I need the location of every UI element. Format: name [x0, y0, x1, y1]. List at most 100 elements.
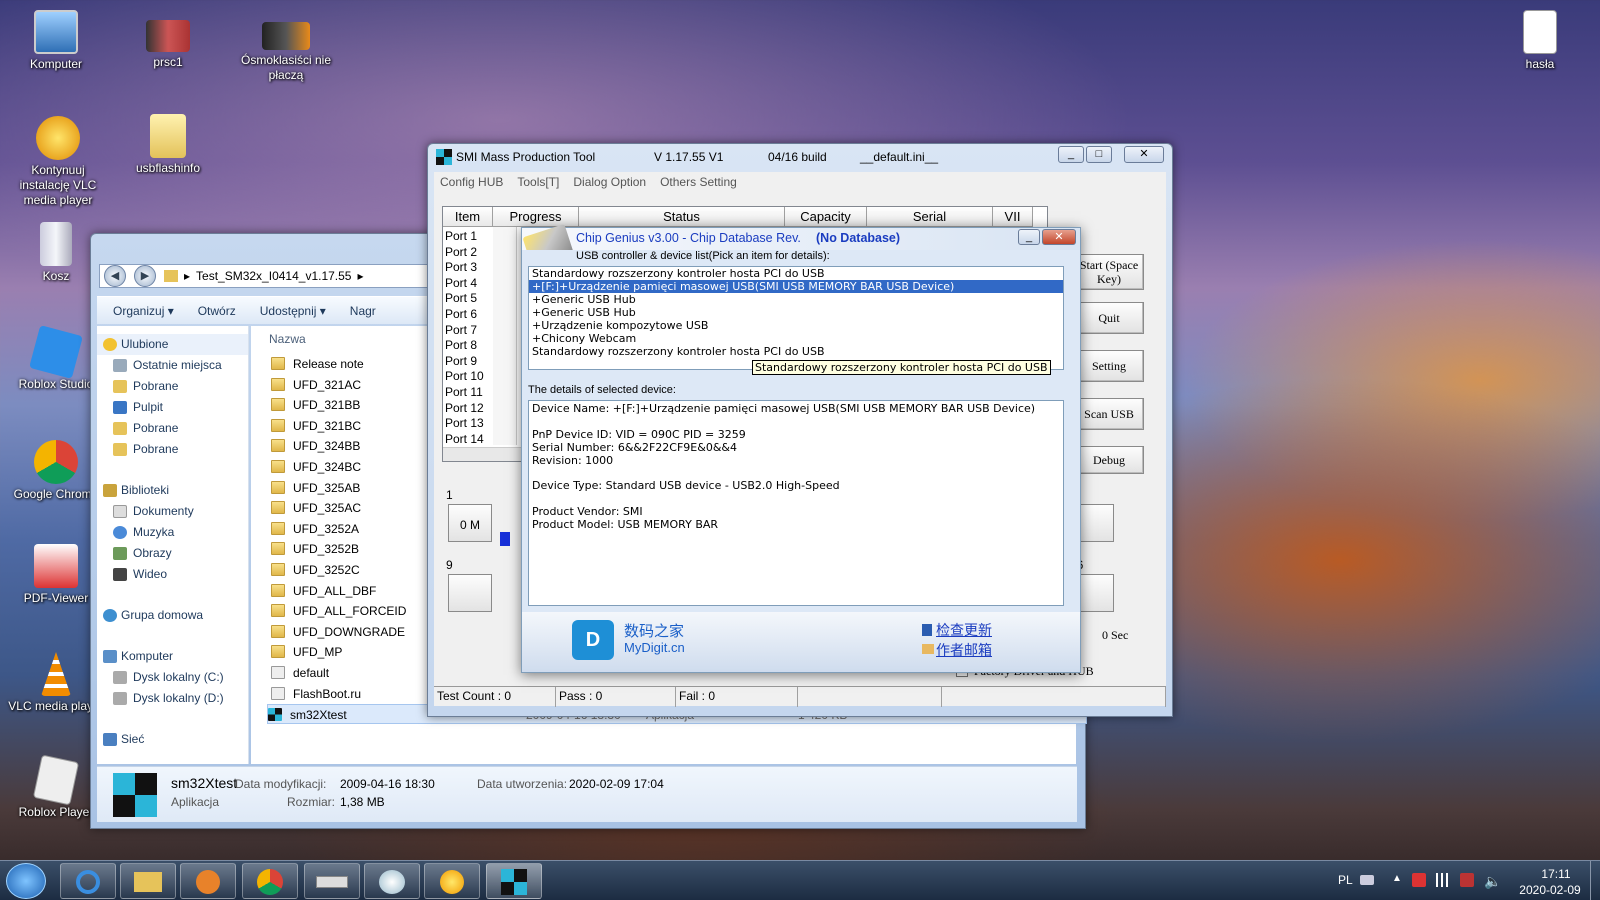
port-9-slot[interactable]: [448, 574, 492, 612]
nav-music[interactable]: Muzyka: [97, 522, 248, 543]
nav-downloads-2[interactable]: Pobrane: [97, 418, 248, 439]
start-button[interactable]: Start (Space Key): [1074, 254, 1144, 290]
device-list-item[interactable]: Standardowy rozszerzony kontroler hosta …: [529, 345, 1063, 358]
port-row[interactable]: Port 14: [445, 431, 484, 447]
desktop-icon-usbflashinfo[interactable]: usbflashinfo: [120, 114, 216, 176]
device-list-item[interactable]: Standardowy rozszerzony kontroler hosta …: [529, 267, 1063, 280]
menu-config-hub[interactable]: Config HUB: [440, 175, 503, 189]
desktop-icon-video[interactable]: Ósmoklasiści nie płaczą: [236, 22, 336, 83]
port-row[interactable]: Port 4: [445, 275, 477, 291]
column-header-name[interactable]: Nazwa: [269, 332, 306, 346]
port-row[interactable]: Port 5: [445, 290, 477, 306]
burn-button[interactable]: Nagr: [350, 304, 376, 318]
setting-button[interactable]: Setting: [1074, 350, 1144, 382]
port-row[interactable]: Port 8: [445, 337, 477, 353]
forward-button[interactable]: ▶: [134, 265, 156, 287]
nav-homegroup[interactable]: Grupa domowa: [97, 605, 248, 626]
device-list-item[interactable]: +Urządzenie kompozytowe USB: [529, 319, 1063, 332]
address-bar[interactable]: ◀ ▶ ▸ Test_SM32x_I0414_v1.17.55 ▸: [99, 264, 429, 288]
show-hidden-icons-icon[interactable]: ▲: [1392, 873, 1402, 884]
taskbar-chrome[interactable]: [242, 863, 298, 899]
port-row[interactable]: Port 6: [445, 306, 477, 322]
col-capacity[interactable]: Capacity: [785, 207, 867, 227]
database-status: (No Database): [816, 231, 901, 245]
nav-favorites[interactable]: Ulubione: [97, 334, 248, 355]
show-desktop-button[interactable]: [1590, 861, 1600, 900]
port-row[interactable]: Port 1: [445, 228, 477, 244]
keyboard-icon[interactable]: [1360, 875, 1374, 885]
chipgenius-minimize-button[interactable]: _: [1018, 229, 1040, 245]
nav-network[interactable]: Sieć: [97, 729, 248, 750]
port-row[interactable]: Port 2: [445, 244, 477, 260]
nav-pictures[interactable]: Obrazy: [97, 543, 248, 564]
open-button[interactable]: Otwórz: [198, 304, 236, 318]
nav-drive-d[interactable]: Dysk lokalny (D:): [97, 688, 248, 709]
col-status[interactable]: Status: [579, 207, 785, 227]
share-button[interactable]: Udostępnij ▾: [260, 304, 326, 318]
taskbar-paint[interactable]: [364, 863, 420, 899]
chipgenius-close-button[interactable]: ✕: [1042, 229, 1076, 245]
videos-icon: [113, 568, 127, 581]
port-row[interactable]: Port 10: [445, 368, 484, 384]
start-orb-icon[interactable]: [6, 863, 46, 899]
port-row[interactable]: Port 9: [445, 353, 477, 369]
nav-computer[interactable]: Komputer: [97, 646, 248, 667]
back-button[interactable]: ◀: [104, 265, 126, 287]
brand-url[interactable]: MyDigit.cn: [624, 640, 685, 655]
col-serial[interactable]: Serial: [867, 207, 993, 227]
nav-desktop[interactable]: Pulpit: [97, 397, 248, 418]
close-button[interactable]: ✕: [1124, 146, 1164, 163]
desktop-icon-hasla[interactable]: hasła: [1492, 10, 1588, 72]
taskbar-explorer[interactable]: [120, 863, 176, 899]
author-email-link[interactable]: 作者邮箱: [936, 640, 992, 660]
device-list-item[interactable]: +[F:]+Urządzenie pamięci masowej USB(SMI…: [529, 280, 1063, 293]
device-details[interactable]: Device Name: +[F:]+Urządzenie pamięci ma…: [528, 400, 1064, 606]
check-update-link[interactable]: 检查更新: [936, 620, 992, 640]
media-player-icon: [196, 870, 220, 894]
debug-button[interactable]: Debug: [1074, 446, 1144, 474]
nav-documents[interactable]: Dokumenty: [97, 501, 248, 522]
desktop-icon-vlc-setup[interactable]: Kontynuuj instalację VLC media player: [6, 116, 110, 208]
desktop-icon-computer[interactable]: Komputer: [8, 10, 104, 72]
port-row[interactable]: Port 12: [445, 400, 484, 416]
network-icon[interactable]: [1436, 873, 1452, 887]
organize-button[interactable]: Organizuj ▾: [113, 304, 174, 318]
device-list-item[interactable]: +Generic USB Hub: [529, 293, 1063, 306]
clock-date[interactable]: 2020-02-09: [1512, 883, 1588, 897]
menu-others-setting[interactable]: Others Setting: [660, 175, 737, 189]
minimize-button[interactable]: _: [1058, 146, 1084, 163]
device-list[interactable]: Standardowy rozszerzony kontroler hosta …: [528, 266, 1064, 370]
port-row[interactable]: Port 11: [445, 384, 483, 400]
taskbar-usb[interactable]: [304, 863, 360, 899]
col-vii[interactable]: VII: [993, 207, 1033, 227]
nav-downloads-3[interactable]: Pobrane: [97, 439, 248, 460]
taskbar-chipgenius[interactable]: [424, 863, 480, 899]
clock-time[interactable]: 17:11: [1526, 867, 1586, 881]
port-row[interactable]: Port 3: [445, 259, 477, 275]
taskbar-media[interactable]: [180, 863, 236, 899]
volume-icon[interactable]: 🔈: [1484, 873, 1501, 890]
col-item[interactable]: Item: [443, 207, 493, 227]
nav-recent[interactable]: Ostatnie miejsca: [97, 355, 248, 376]
menu-dialog-option[interactable]: Dialog Option: [573, 175, 646, 189]
taskbar-ie[interactable]: [60, 863, 116, 899]
usb-safe-remove-icon[interactable]: [1460, 873, 1474, 887]
nav-videos[interactable]: Wideo: [97, 564, 248, 585]
menu-tools[interactable]: Tools[T]: [517, 175, 559, 189]
quit-button[interactable]: Quit: [1074, 302, 1144, 334]
desktop-icon-prsc1[interactable]: prsc1: [120, 20, 216, 70]
action-center-icon[interactable]: [1412, 873, 1426, 887]
device-list-item[interactable]: +Chicony Webcam: [529, 332, 1063, 345]
device-list-item[interactable]: +Generic USB Hub: [529, 306, 1063, 319]
port-row[interactable]: Port 7: [445, 322, 477, 338]
col-progress[interactable]: Progress: [493, 207, 579, 227]
language-indicator[interactable]: PL: [1338, 873, 1353, 887]
taskbar-smi[interactable]: [486, 863, 542, 899]
nav-drive-c[interactable]: Dysk lokalny (C:): [97, 667, 248, 688]
port-1-slot[interactable]: 0 M: [448, 504, 492, 542]
scan-usb-button[interactable]: Scan USB: [1074, 398, 1144, 430]
nav-downloads[interactable]: Pobrane: [97, 376, 248, 397]
port-row[interactable]: Port 13: [445, 415, 484, 431]
maximize-button[interactable]: □: [1086, 146, 1112, 163]
nav-libraries[interactable]: Biblioteki: [97, 480, 248, 501]
